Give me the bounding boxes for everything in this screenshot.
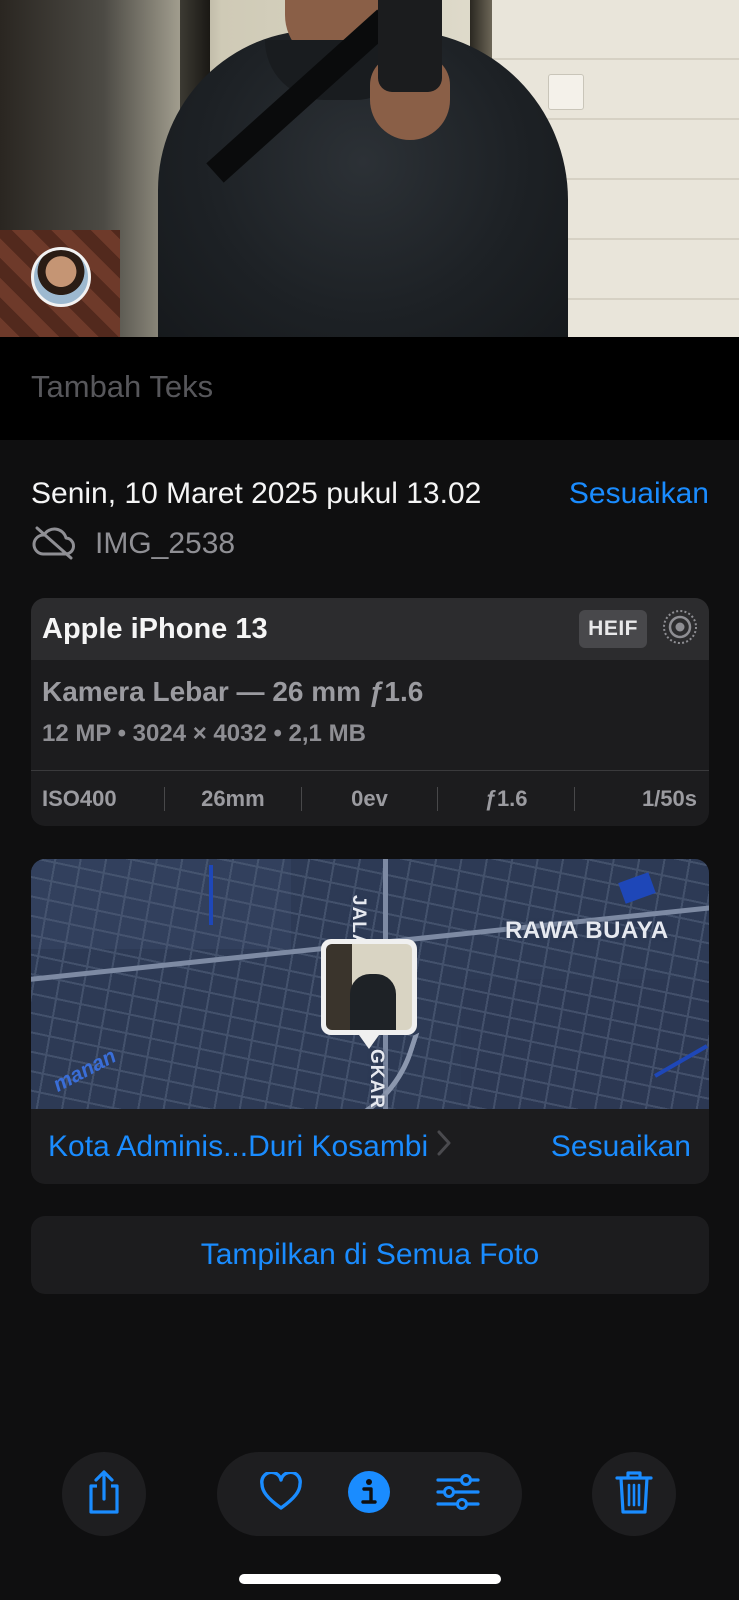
live-photo-icon bbox=[661, 608, 699, 651]
photo-preview[interactable] bbox=[0, 0, 739, 337]
heart-icon bbox=[259, 1470, 303, 1517]
lens-info: Kamera Lebar — 26 mm ƒ1.6 bbox=[42, 676, 424, 707]
favorite-button[interactable] bbox=[254, 1467, 308, 1521]
caption-bar bbox=[0, 337, 739, 440]
adjust-location-button[interactable]: Sesuaikan bbox=[551, 1130, 691, 1164]
file-name: IMG_2538 bbox=[95, 527, 236, 560]
adjust-date-button[interactable]: Sesuaikan bbox=[569, 477, 709, 511]
photo-phone bbox=[378, 0, 442, 92]
capture-date: Senin, 10 Maret 2025 pukul 13.02 bbox=[31, 477, 482, 510]
info-icon bbox=[347, 1470, 391, 1519]
chevron-right-icon bbox=[436, 1129, 452, 1165]
info-sheet: Senin, 10 Maret 2025 pukul 13.02 Sesuaik… bbox=[0, 440, 739, 1600]
location-row: Kota Adminis...Duri Kosambi Sesuaikan bbox=[31, 1109, 709, 1184]
toolbar-pill bbox=[217, 1452, 522, 1536]
photo-pin-thumbnail bbox=[326, 944, 412, 1030]
caption-input[interactable] bbox=[31, 367, 691, 407]
camera-info-card: Apple iPhone 13 HEIF Kamera Lebar — 26 m… bbox=[31, 598, 709, 826]
exif-aperture: ƒ1.6 bbox=[438, 786, 575, 811]
image-specs: 12 MP • 3024 × 4032 • 2,1 MB bbox=[42, 720, 366, 747]
exif-shutter-speed: 1/50s bbox=[641, 785, 697, 811]
cloud-off-icon bbox=[31, 524, 77, 565]
format-badge: HEIF bbox=[579, 610, 647, 648]
location-map[interactable]: JALAN GKAR RAWA BUAYA manan bbox=[31, 859, 709, 1109]
bottom-toolbar bbox=[0, 1452, 739, 1536]
device-name: Apple iPhone 13 bbox=[42, 612, 268, 645]
photo-info-screen: Senin, 10 Maret 2025 pukul 13.02 Sesuaik… bbox=[0, 0, 739, 1600]
exif-row: ISO400 26mm 0ev ƒ1.6 1/50s bbox=[31, 770, 709, 826]
edit-button[interactable] bbox=[431, 1467, 485, 1521]
camera-card-header: Apple iPhone 13 HEIF bbox=[31, 598, 709, 660]
trash-icon bbox=[615, 1469, 653, 1520]
location-link[interactable]: Kota Adminis...Duri Kosambi bbox=[48, 1129, 452, 1165]
photo-light-switch bbox=[548, 74, 584, 110]
map-label-gkar: GKAR bbox=[366, 1049, 387, 1109]
delete-button[interactable] bbox=[592, 1452, 676, 1536]
share-button[interactable] bbox=[62, 1452, 146, 1536]
info-button[interactable] bbox=[342, 1467, 396, 1521]
adjust-icon bbox=[436, 1472, 480, 1517]
map-label-rawa-buaya: RAWA BUAYA bbox=[505, 917, 669, 944]
date-row: Senin, 10 Maret 2025 pukul 13.02 Sesuaik… bbox=[31, 474, 709, 514]
map-water bbox=[209, 865, 213, 925]
share-icon bbox=[84, 1469, 124, 1520]
file-row: IMG_2538 bbox=[31, 524, 235, 564]
person-avatar[interactable] bbox=[31, 247, 91, 307]
exif-iso: ISO400 bbox=[31, 786, 166, 811]
show-in-all-photos-button[interactable]: Tampilkan di Semua Foto bbox=[31, 1216, 709, 1294]
location-card: JALAN GKAR RAWA BUAYA manan Kota Adminis… bbox=[31, 859, 709, 1184]
photo-location-pin[interactable] bbox=[321, 939, 417, 1049]
camera-header-right: HEIF bbox=[579, 608, 699, 651]
exif-exposure-bias: 0ev bbox=[302, 786, 439, 811]
location-name[interactable]: Kota Adminis...Duri Kosambi bbox=[48, 1130, 428, 1164]
home-indicator[interactable] bbox=[239, 1574, 501, 1584]
exif-focal-length: 26mm bbox=[165, 786, 302, 811]
